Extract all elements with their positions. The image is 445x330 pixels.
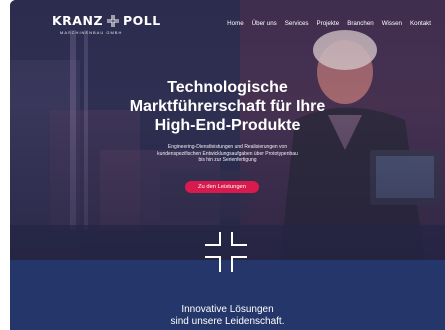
hero-title: Technologische Marktführerschaft für Ihr… — [10, 78, 445, 135]
brand-name-left: KRANZ — [52, 13, 104, 28]
hero-section: KRANZ POLL MASCHINENBAU GMBH Home Über u… — [10, 0, 445, 260]
nav-item-kontakt[interactable]: Kontakt — [410, 20, 431, 27]
cta-leistungen-button[interactable]: Zu den Leistungen — [185, 181, 259, 193]
hero-title-line: Technologische — [167, 79, 288, 96]
section-heading-line: Innovative Lösungen — [181, 304, 274, 315]
main-nav: Home Über uns Services Projekte Branchen… — [227, 20, 431, 27]
nav-item-home[interactable]: Home — [227, 20, 244, 27]
hero-title-line: High-End-Produkte — [154, 117, 301, 134]
section-heading: Innovative Lösungen sind unsere Leidensc… — [10, 304, 445, 328]
nav-item-wissen[interactable]: Wissen — [382, 20, 402, 27]
hero-title-line: Marktführerschaft für Ihre — [129, 98, 326, 115]
cross-divider-icon — [203, 228, 249, 274]
nav-item-projekte[interactable]: Projekte — [317, 20, 340, 27]
cross-icon — [107, 14, 120, 27]
hero-subtitle-line: bis hin zur Serienfertigung — [198, 157, 257, 163]
brand-name: KRANZ POLL — [52, 13, 161, 28]
brand-tagline: MASCHINENBAU GMBH — [60, 30, 123, 35]
section-heading-line: sind unsere Leidenschaft. — [170, 316, 285, 327]
page-frame: KRANZ POLL MASCHINENBAU GMBH Home Über u… — [10, 0, 445, 330]
nav-item-services[interactable]: Services — [285, 20, 309, 27]
hero-subtitle: Engineering-Dienstleistungen und Realisi… — [10, 144, 445, 164]
nav-item-ueber-uns[interactable]: Über uns — [252, 20, 277, 27]
brand-name-right: POLL — [123, 13, 161, 28]
brand-logo[interactable]: KRANZ POLL MASCHINENBAU GMBH — [52, 13, 161, 35]
nav-item-branchen[interactable]: Branchen — [347, 20, 374, 27]
